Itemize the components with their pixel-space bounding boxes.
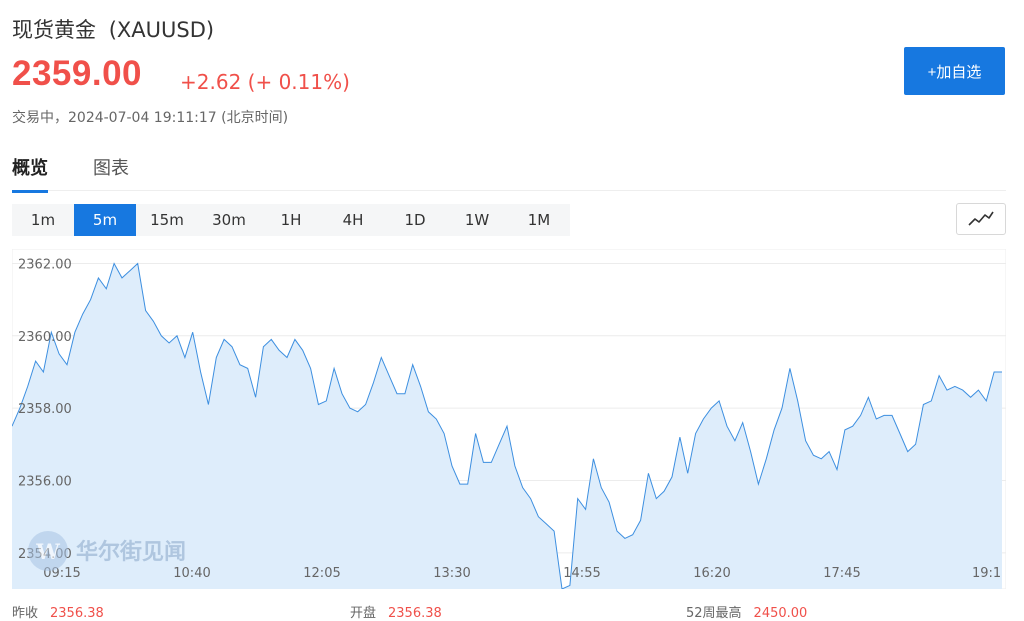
interval-30m[interactable]: 30m	[198, 204, 260, 236]
chart-type-toggle[interactable]	[956, 203, 1006, 235]
x-tick-label: 17:45	[823, 566, 860, 581]
instrument-title: 现货黄金 (XAUUSD)	[12, 14, 214, 44]
stats-row: 昨收 2356.38 开盘 2356.38 52周最高 2450.00	[12, 602, 1006, 621]
x-tick-label: 10:40	[173, 566, 210, 581]
tab-chart[interactable]: 图表	[93, 154, 129, 190]
interval-1w[interactable]: 1W	[446, 204, 508, 236]
x-tick-label: 19:1	[972, 566, 1001, 581]
y-tick-label: 2360.00	[18, 330, 72, 345]
interval-1m[interactable]: 1m	[12, 204, 74, 236]
stat-value: 2450.00	[753, 606, 808, 621]
x-tick-label: 16:20	[693, 566, 730, 581]
interval-1mo[interactable]: 1M	[508, 204, 570, 236]
stat-label: 52周最高	[686, 606, 742, 621]
price-change: +2.62 (+ 0.11%)	[180, 70, 350, 94]
interval-1d[interactable]: 1D	[384, 204, 446, 236]
watermark-logo-icon: W	[35, 539, 60, 564]
y-tick-label: 2358.00	[18, 402, 72, 417]
stat-label: 开盘	[350, 606, 377, 621]
add-to-watchlist-button[interactable]: +加自选	[904, 47, 1005, 95]
x-tick-label: 13:30	[433, 566, 470, 581]
line-chart-icon	[968, 211, 994, 226]
trading-status: 交易中，2024-07-04 19:11:17 (北京时间)	[12, 110, 289, 126]
x-tick-label: 12:05	[303, 566, 340, 581]
interval-4h[interactable]: 4H	[322, 204, 384, 236]
stat-52w-high: 52周最高 2450.00	[686, 602, 807, 621]
stat-value: 2356.38	[388, 606, 442, 621]
y-tick-label: 2356.00	[18, 474, 72, 489]
watermark-text: 华尔街见闻	[76, 539, 186, 565]
instrument-symbol: (XAUUSD)	[108, 18, 215, 42]
last-price: 2359.00	[12, 54, 143, 93]
stat-label: 昨收	[12, 606, 39, 621]
stat-open: 开盘 2356.38	[350, 602, 442, 621]
price-chart[interactable]: 2354.002356.002358.002360.002362.00 09:1…	[12, 249, 1006, 589]
instrument-name: 现货黄金	[12, 18, 96, 42]
y-tick-label: 2362.00	[18, 257, 72, 272]
tab-overview[interactable]: 概览	[12, 154, 48, 193]
interval-selector: 1m 5m 15m 30m 1H 4H 1D 1W 1M	[12, 204, 570, 236]
interval-5m[interactable]: 5m	[74, 204, 136, 236]
x-tick-label: 14:55	[563, 566, 600, 581]
interval-15m[interactable]: 15m	[136, 204, 198, 236]
tab-bar: 概览 图表	[12, 146, 1006, 193]
interval-1h[interactable]: 1H	[260, 204, 322, 236]
stat-value: 2356.38	[50, 606, 104, 621]
stat-prev-close: 昨收 2356.38	[12, 602, 104, 621]
